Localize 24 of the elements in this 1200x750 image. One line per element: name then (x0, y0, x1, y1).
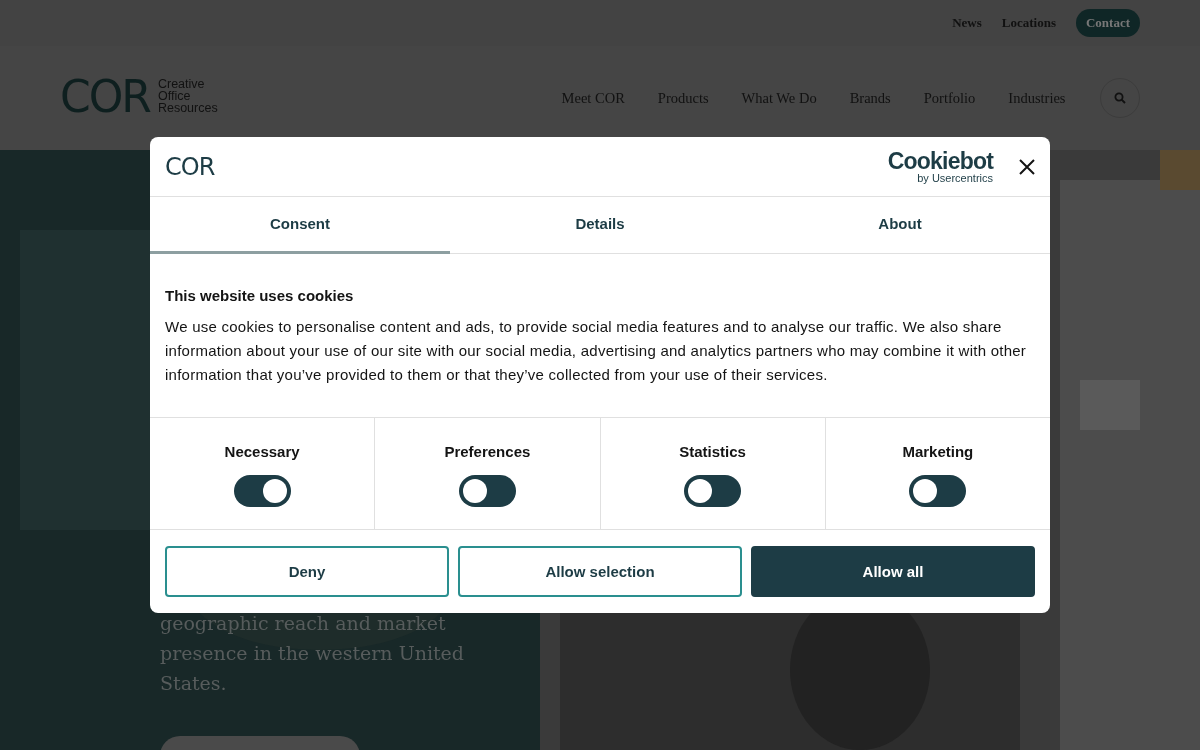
tab[interactable]: Consent (150, 197, 450, 254)
close-icon[interactable] (1019, 158, 1035, 175)
dialog-text: We use cookies to personalise content and ads, to provide social media features and to analyse our traffic. We also share information about your use of our site with our social media, advertising and analytics partners who may combine it with other information that you’ve provided to them or that they’ve collected from your use of their services. (165, 317, 1028, 385)
brand-subtitle: by Usercentrics (917, 171, 993, 184)
consent-button[interactable]: Allow selection (458, 546, 742, 597)
category-label: Marketing (902, 443, 974, 460)
contact-button[interactable]: Contact (1075, 9, 1140, 37)
toggle-switch[interactable] (458, 475, 516, 507)
hero-text: geographic reach and market presence in the western United States. (160, 611, 465, 696)
search-icon (1114, 92, 1126, 104)
toggle-switch[interactable] (233, 475, 291, 507)
tab[interactable]: About (750, 197, 1050, 254)
dialog-heading: This website uses cookies (165, 287, 355, 304)
dialog-logo: COR (165, 152, 215, 181)
toggle-switch[interactable] (909, 475, 967, 507)
toggle-switch[interactable] (684, 475, 742, 507)
category-label: Necessary (224, 443, 300, 460)
brand-logo: Cookiebot (887, 149, 993, 172)
allow-all-button[interactable]: Allow all (751, 546, 1035, 597)
category-label: Statistics (679, 443, 746, 460)
consent-button[interactable]: Deny (165, 546, 449, 597)
logo-mark: COR (60, 70, 150, 122)
category-label: Preferences (444, 443, 531, 460)
tab[interactable]: Details (450, 197, 750, 254)
